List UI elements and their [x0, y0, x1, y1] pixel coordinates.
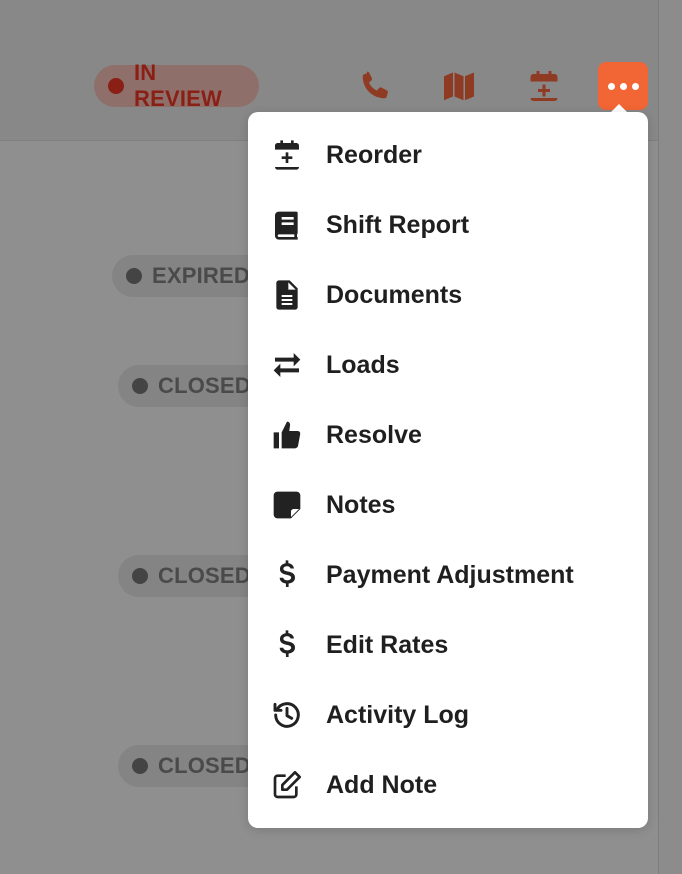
menu-item-label: Add Note — [326, 770, 438, 799]
menu-item-resolve[interactable]: Resolve — [248, 400, 648, 470]
menu-item-shift-report[interactable]: Shift Report — [248, 190, 648, 260]
status-dot — [132, 758, 148, 774]
right-scroll-rail — [658, 0, 682, 874]
calendar-plus-icon — [270, 138, 304, 172]
menu-item-label: Shift Report — [326, 210, 470, 239]
status-badge-label: EXPIRED — [152, 263, 250, 288]
more-dot — [607, 82, 615, 90]
phone-icon[interactable] — [357, 68, 393, 104]
menu-item-documents[interactable]: Documents — [248, 260, 648, 330]
dollar-icon — [270, 628, 304, 662]
map-icon[interactable] — [441, 68, 477, 104]
status-dot — [108, 78, 124, 94]
status-dot — [132, 568, 148, 584]
history-icon — [270, 698, 304, 732]
file-lines-icon — [270, 278, 304, 312]
edit-icon — [270, 768, 304, 802]
sticky-note-icon — [270, 488, 304, 522]
status-badge-label: IN REVIEW — [134, 60, 222, 111]
menu-item-label: Loads — [326, 350, 400, 379]
menu-item-activity-log[interactable]: Activity Log — [248, 680, 648, 750]
menu-item-label: Resolve — [326, 420, 422, 449]
status-badge-label: CLOSED — [158, 753, 251, 778]
status-badge-label: CLOSED — [158, 373, 251, 398]
menu-item-label: Reorder — [326, 140, 422, 169]
more-actions-button[interactable] — [598, 62, 648, 110]
menu-item-notes[interactable]: Notes — [248, 470, 648, 540]
more-dot — [631, 82, 639, 90]
status-badge-label: CLOSED — [158, 563, 251, 588]
more-dot — [619, 82, 627, 90]
menu-item-label: Activity Log — [326, 700, 470, 729]
arrows-exchange-icon — [270, 348, 304, 382]
actions-menu: Reorder Shift Report Documents Loads Res… — [248, 112, 648, 828]
menu-item-label: Notes — [326, 490, 396, 519]
thumbs-up-icon — [270, 418, 304, 452]
status-badge-in-review: IN REVIEW — [94, 60, 259, 111]
menu-item-label: Payment Adjustment — [326, 560, 574, 589]
menu-item-label: Documents — [326, 280, 463, 309]
menu-item-edit-rates[interactable]: Edit Rates — [248, 610, 648, 680]
book-icon — [270, 208, 304, 242]
menu-item-payment-adjustment[interactable]: Payment Adjustment — [248, 540, 648, 610]
status-dot — [132, 378, 148, 394]
dollar-icon — [270, 558, 304, 592]
status-dot — [126, 268, 142, 284]
menu-item-label: Edit Rates — [326, 630, 449, 659]
menu-item-add-note[interactable]: Add Note — [248, 750, 648, 820]
calendar-plus-icon[interactable] — [526, 68, 562, 104]
menu-item-loads[interactable]: Loads — [248, 330, 648, 400]
menu-item-reorder[interactable]: Reorder — [248, 120, 648, 190]
